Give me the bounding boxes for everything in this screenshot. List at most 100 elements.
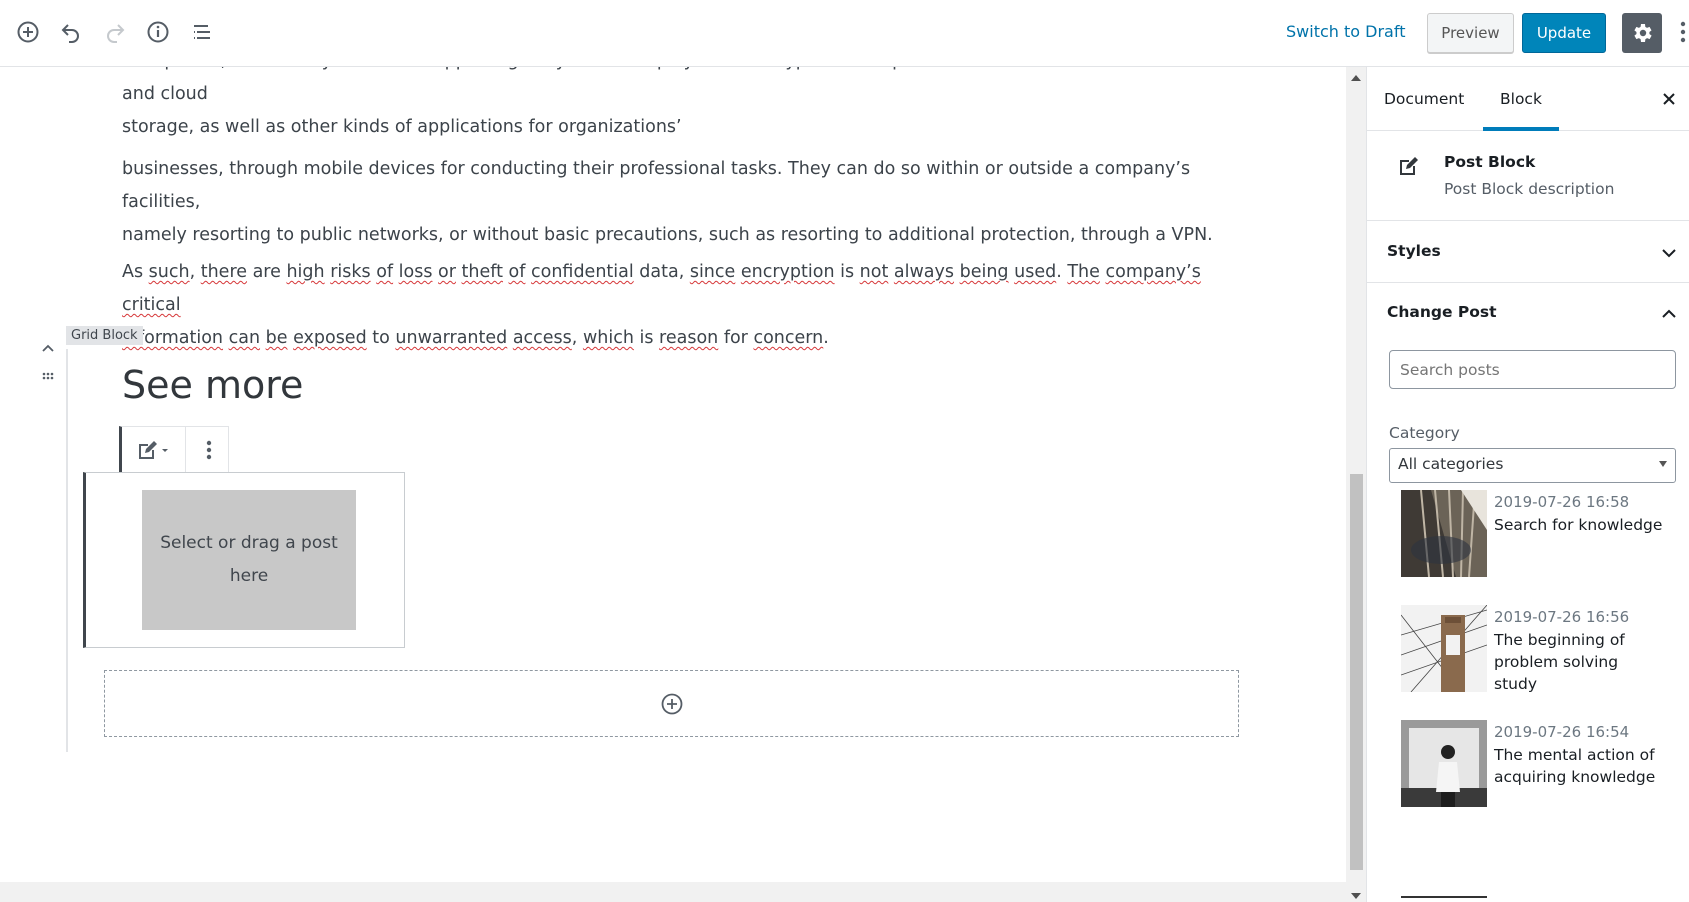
- post-list-item[interactable]: 2019-07-26 16:58 Search for knowledge: [1401, 490, 1681, 580]
- misspelled-word: critical: [122, 295, 181, 315]
- chevron-up-icon[interactable]: [38, 339, 58, 359]
- preview-button[interactable]: Preview: [1427, 13, 1514, 53]
- paragraph-line: workplaces, as auxiliary means of suppor…: [122, 67, 1202, 104]
- misspelled-word: reason: [659, 328, 719, 348]
- misspelled-word: exposed: [293, 328, 367, 348]
- plus-circle-icon[interactable]: [12, 14, 44, 50]
- chevron-up-icon: [1659, 304, 1679, 324]
- section-heading[interactable]: See more: [122, 363, 303, 407]
- text-run: .: [823, 328, 829, 348]
- dropdown-arrow-icon: [1659, 461, 1667, 467]
- misspelled-word: used: [1014, 262, 1057, 282]
- paragraph-line: namely resorting to public networks, or …: [122, 225, 1213, 245]
- tab-block[interactable]: Block: [1483, 67, 1559, 131]
- misspelled-word: encryption: [740, 262, 835, 282]
- paragraph-block[interactable]: businesses, through mobile devices for c…: [122, 153, 1227, 252]
- update-button[interactable]: Update: [1522, 13, 1606, 53]
- scrollbar-thumb[interactable]: [1350, 474, 1363, 870]
- post-title: The beginning of problem solving study: [1494, 631, 1625, 693]
- block-appender[interactable]: [104, 670, 1239, 737]
- switch-to-draft-link[interactable]: Switch to Draft: [1286, 22, 1405, 41]
- post-thumbnail: [1401, 720, 1487, 807]
- panel-title: Change Post: [1387, 303, 1497, 321]
- misspelled-word: company’s: [1105, 262, 1201, 282]
- text-run: As: [122, 262, 149, 282]
- misspelled-word: access: [512, 328, 572, 348]
- list-outline-icon[interactable]: [186, 14, 218, 50]
- styles-panel-toggle[interactable]: Styles: [1367, 222, 1689, 283]
- misspelled-word: of: [376, 262, 394, 282]
- drag-handle-icon[interactable]: [38, 367, 58, 387]
- more-vertical-icon: [206, 440, 212, 460]
- block-card-title: Post Block: [1444, 153, 1536, 171]
- text-run: is: [633, 328, 660, 348]
- misspelled-word: concern: [753, 328, 824, 348]
- post-title: The mental action of acquiring knowledge: [1494, 746, 1656, 786]
- chevron-down-icon: [1659, 243, 1679, 263]
- edit-post-icon: [1397, 154, 1421, 182]
- paragraph-line: businesses, through mobile devices for c…: [122, 159, 1191, 212]
- grid-block-label: Grid Block: [66, 326, 143, 345]
- search-posts-input[interactable]: [1389, 350, 1676, 389]
- post-thumbnail: [1401, 490, 1487, 577]
- scroll-up-icon[interactable]: [1351, 75, 1361, 81]
- block-toolbar: [119, 426, 232, 473]
- edit-post-icon: [138, 441, 168, 459]
- editor-canvas: workplaces, as auxiliary means of suppor…: [0, 67, 1346, 882]
- top-toolbar: Switch to Draft Preview Update: [0, 0, 1689, 67]
- grid-block-border: [66, 349, 68, 752]
- text-run: to: [366, 328, 396, 348]
- tab-document[interactable]: Document: [1367, 67, 1481, 131]
- post-title: Search for knowledge: [1494, 516, 1663, 534]
- text-run: for: [718, 328, 754, 348]
- change-post-panel-toggle[interactable]: Change Post: [1367, 283, 1689, 344]
- editor-footer: [0, 882, 1346, 902]
- post-date: 2019-07-26 16:54: [1494, 723, 1630, 741]
- more-options-button[interactable]: [186, 427, 232, 473]
- text-run: ,: [189, 262, 201, 282]
- more-vertical-icon[interactable]: [1677, 16, 1689, 48]
- post-list-item[interactable]: 2019-07-26 16:56 The beginning of proble…: [1401, 605, 1681, 695]
- edit-post-dropdown-button[interactable]: [122, 427, 186, 473]
- text-run: are: [247, 262, 287, 282]
- misspelled-word: which: [582, 328, 634, 348]
- info-icon[interactable]: [142, 14, 174, 50]
- editor-scrollbar[interactable]: [1346, 67, 1366, 902]
- block-card-description: Post Block description: [1444, 180, 1615, 198]
- text-run: .: [1056, 262, 1068, 282]
- misspelled-word: there: [200, 262, 248, 282]
- misspelled-word: since: [689, 262, 736, 282]
- category-select[interactable]: All categories: [1389, 448, 1676, 483]
- category-select-value: All categories: [1398, 455, 1504, 473]
- category-label: Category: [1389, 424, 1460, 442]
- paragraph-block[interactable]: workplaces, as auxiliary means of suppor…: [122, 67, 1227, 144]
- post-block[interactable]: Select or drag a post here: [83, 472, 405, 648]
- misspelled-word: always: [893, 262, 955, 282]
- redo-icon[interactable]: [99, 14, 131, 50]
- misspelled-word: of: [508, 262, 526, 282]
- text-run: data,: [633, 262, 690, 282]
- paragraph-line: As such, there are high risks of loss or…: [122, 256, 1227, 322]
- misspelled-word: risks: [330, 262, 371, 282]
- paragraph-block[interactable]: As such, there are high risks of loss or…: [122, 256, 1227, 355]
- misspelled-word: unwarranted: [395, 328, 508, 348]
- misspelled-word: The: [1067, 262, 1100, 282]
- post-list-item[interactable]: 2019-07-26 16:54 The mental action of ac…: [1401, 720, 1681, 810]
- paragraph-line: information can be exposed to unwarrante…: [122, 322, 1227, 355]
- misspelled-word: being: [959, 262, 1009, 282]
- post-drop-zone[interactable]: Select or drag a post here: [142, 490, 356, 630]
- scroll-down-icon[interactable]: [1351, 893, 1361, 899]
- misspelled-word: confidential: [531, 262, 634, 282]
- plus-circle-icon: [661, 693, 682, 714]
- sidebar-tabs: Document Block: [1367, 67, 1689, 131]
- undo-icon[interactable]: [55, 14, 87, 50]
- settings-button[interactable]: [1622, 13, 1662, 53]
- post-date: 2019-07-26 16:58: [1494, 493, 1630, 511]
- close-icon[interactable]: [1659, 89, 1679, 109]
- misspelled-word: be: [265, 328, 288, 348]
- misspelled-word: theft: [461, 262, 503, 282]
- misspelled-word: such: [148, 262, 190, 282]
- gear-icon: [1634, 24, 1652, 42]
- text-run: is: [834, 262, 860, 282]
- misspelled-word: can: [228, 328, 261, 348]
